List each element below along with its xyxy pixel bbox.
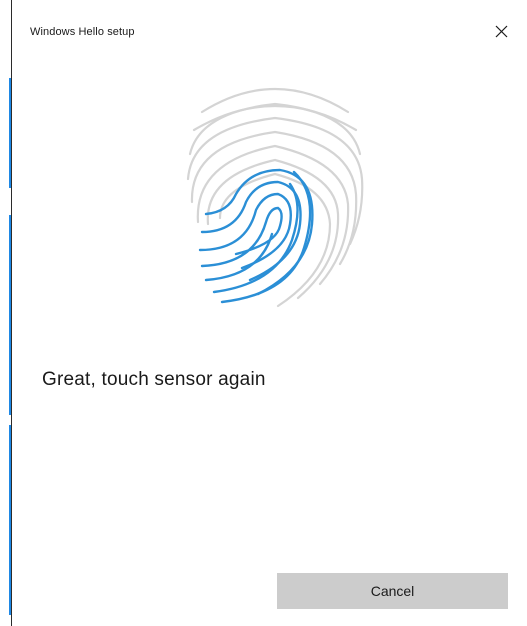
cancel-button[interactable]: Cancel (277, 573, 508, 609)
edge-accent-bottom (9, 425, 11, 615)
fingerprint-icon (180, 84, 370, 314)
windows-hello-setup-window: Windows Hello setup Great, touch sensor … (0, 0, 527, 626)
status-message: Great, touch sensor again (42, 369, 266, 390)
title-bar[interactable]: Windows Hello setup (13, 0, 527, 56)
edge-accent-top (9, 78, 11, 188)
window-left-edge (0, 0, 12, 626)
edge-accent-middle (9, 215, 11, 415)
close-icon (495, 25, 508, 38)
close-button[interactable] (487, 17, 515, 45)
window-title: Windows Hello setup (30, 26, 135, 38)
